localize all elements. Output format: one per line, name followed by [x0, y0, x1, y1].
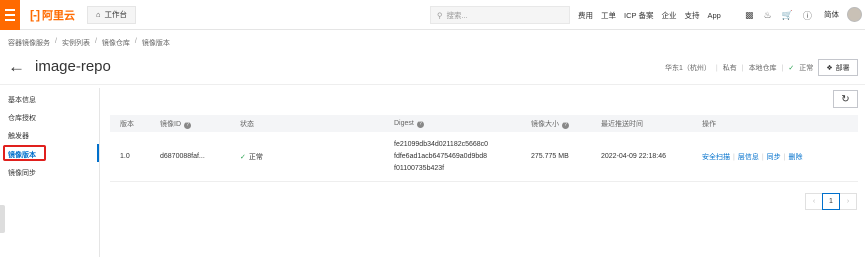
logo-icon: [-]	[30, 7, 40, 22]
breadcrumb-separator: /	[134, 38, 137, 45]
top-icons: ▩ ♨ 🛒 ⓘ	[745, 0, 812, 30]
digest-line: fdfe6ad1acb6475469a0d9bd8	[394, 152, 488, 160]
avatar[interactable]	[847, 7, 862, 22]
menu-button[interactable]	[0, 0, 20, 30]
sidebar-item-image-sync[interactable]: 镜像同步	[8, 168, 36, 178]
deploy-icon: ❖	[826, 64, 833, 72]
breadcrumb-separator: /	[94, 38, 97, 45]
check-icon: ✓	[788, 65, 795, 72]
breadcrumb-item[interactable]: 容器镜像服务	[8, 38, 50, 48]
prev-page-button[interactable]: ‹	[805, 193, 823, 210]
pagination: ‹ 1 ›	[805, 193, 857, 210]
breadcrumb-item[interactable]: 实例列表	[62, 38, 90, 48]
help-icon[interactable]: ⓘ	[803, 9, 812, 22]
refresh-button[interactable]: ↻	[833, 90, 858, 108]
nav-tickets[interactable]: 工单	[601, 10, 616, 21]
sync-link[interactable]: 同步	[767, 154, 781, 161]
aliyun-logo[interactable]: [-] 阿里云	[30, 7, 75, 23]
page-title: image-repo	[35, 58, 111, 75]
action-separator: |	[783, 153, 786, 161]
status-label: 正常	[799, 65, 814, 72]
sidebar-item-basic-info[interactable]: 基本信息	[8, 95, 36, 105]
terminal-icon[interactable]: ▩	[745, 10, 754, 21]
bell-icon[interactable]: ♨	[764, 10, 772, 21]
language-switch[interactable]: 简体	[824, 9, 839, 20]
search-placeholder: 搜索...	[446, 10, 468, 20]
status-text: 正常	[248, 153, 263, 161]
divider	[0, 84, 865, 85]
action-separator: |	[761, 153, 764, 161]
nav-icp[interactable]: ICP 备案	[624, 10, 653, 21]
delete-link[interactable]: 删除	[788, 154, 802, 161]
deploy-button[interactable]: ❖ 部署	[818, 59, 858, 76]
nav-app[interactable]: App	[707, 11, 720, 20]
help-icon[interactable]: ?	[184, 121, 191, 129]
col-size: 镜像大小?	[531, 119, 569, 129]
col-version: 版本	[120, 120, 134, 128]
help-icon[interactable]: ?	[562, 121, 569, 129]
top-nav: 费用 工单 ICP 备案 企业 支持 App	[578, 0, 721, 30]
col-image-id-label: 镜像ID	[160, 120, 181, 128]
region-label: 华东1（杭州）	[665, 65, 711, 72]
col-size-label: 镜像大小	[531, 120, 559, 128]
workbench-label: 工作台	[104, 10, 128, 19]
active-indicator	[97, 144, 99, 162]
col-pushed: 最近推送时间	[601, 120, 643, 128]
breadcrumb: 容器镜像服务 / 实例列表 / 镜像仓库 / 镜像版本	[8, 38, 170, 48]
actions-cell: 安全扫描 | 层信息 | 同步 | 删除	[702, 152, 802, 162]
menu-icon	[5, 7, 15, 22]
pushed-cell: 2022-04-09 22:18:46	[601, 153, 666, 160]
check-icon: ✓	[240, 153, 246, 161]
col-digest-label: Digest	[394, 119, 414, 127]
col-actions: 操作	[702, 120, 716, 128]
image-id-cell: d6870088faf...	[160, 153, 205, 160]
versions-table: 版本 镜像ID? 状态 Digest? 镜像大小? 最近推送时间 操作 1.0 …	[110, 115, 858, 182]
meta-separator: |	[715, 64, 718, 72]
search-icon: ⚲	[437, 10, 443, 20]
sidebar-item-image-versions[interactable]: 镜像版本	[8, 150, 36, 160]
title-row: ← image-repo	[8, 58, 111, 75]
sidebar-item-triggers[interactable]: 触发器	[8, 131, 29, 141]
refresh-icon: ↻	[841, 93, 850, 105]
page-button[interactable]: 1	[822, 193, 840, 210]
table-row: 1.0 d6870088faf... ✓ 正常 fe21099db34d02118…	[110, 132, 858, 182]
breadcrumb-separator: /	[55, 38, 57, 45]
repo-meta: 华东1（杭州） | 私有 | 本地仓库 | ✓ 正常	[665, 63, 813, 73]
deploy-label: 部署	[835, 64, 850, 72]
visibility-label: 私有	[722, 65, 737, 72]
breadcrumb-item[interactable]: 镜像仓库	[102, 38, 130, 48]
workbench-button[interactable]: ⌂ 工作台	[87, 5, 137, 24]
cart-icon[interactable]: 🛒	[782, 10, 793, 21]
action-separator: |	[733, 153, 735, 161]
sidebar-collapse-handle[interactable]	[0, 205, 5, 233]
digest-cell: fe21099db34d021182c5668c0 fdfe6ad1acb647…	[394, 139, 488, 175]
security-scan-link[interactable]: 安全扫描	[702, 154, 730, 161]
table-header: 版本 镜像ID? 状态 Digest? 镜像大小? 最近推送时间 操作	[110, 115, 858, 132]
col-digest: Digest?	[394, 120, 424, 128]
sidebar-item-repo-auth[interactable]: 仓库授权	[8, 113, 36, 123]
layer-info-link[interactable]: 层信息	[738, 154, 759, 161]
digest-line: fe21099db34d021182c5668c0	[394, 140, 489, 148]
size-cell: 275.775 MB	[531, 153, 569, 160]
meta-separator: |	[781, 64, 784, 72]
help-icon[interactable]: ?	[416, 120, 424, 128]
col-image-id: 镜像ID?	[160, 119, 191, 129]
source-label: 本地仓库	[748, 65, 777, 72]
breadcrumb-current: 镜像版本	[141, 40, 170, 47]
next-page-button[interactable]: ›	[839, 193, 857, 210]
status-cell: ✓ 正常	[240, 152, 263, 162]
meta-separator: |	[741, 64, 744, 72]
nav-support[interactable]: 支持	[684, 10, 699, 21]
logo-text: 阿里云	[42, 9, 75, 22]
nav-fees[interactable]: 费用	[578, 10, 593, 21]
back-arrow-icon[interactable]: ←	[8, 58, 25, 75]
digest-line: f01100735b423f	[394, 164, 445, 172]
home-icon: ⌂	[96, 10, 101, 19]
sidebar: 基本信息 仓库授权 触发器 镜像版本 镜像同步	[0, 88, 100, 257]
version-cell: 1.0	[120, 153, 130, 160]
col-status: 状态	[240, 120, 254, 128]
nav-enterprise[interactable]: 企业	[661, 10, 676, 21]
search-input[interactable]: ⚲ 搜索...	[430, 6, 570, 24]
